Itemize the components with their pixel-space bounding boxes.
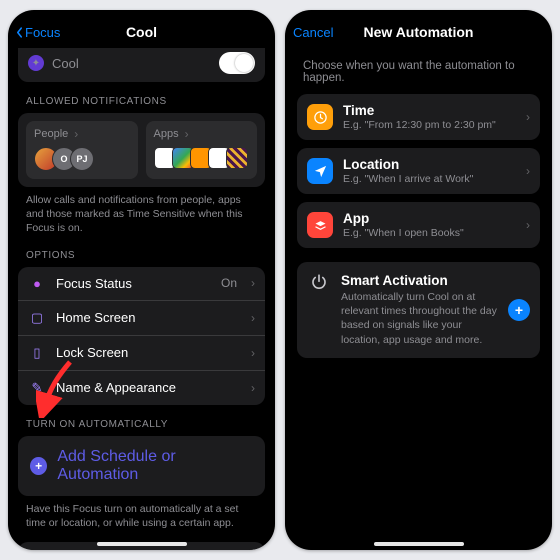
focus-glyph-icon: ✦ xyxy=(28,55,44,71)
nav-bar: Cancel New Automation xyxy=(293,18,544,46)
option-smart-activation[interactable]: Smart Activation Automatically turn Cool… xyxy=(297,262,540,358)
label: Add Schedule or Automation xyxy=(57,448,253,484)
people-label: People xyxy=(34,128,68,140)
label: Lock Screen xyxy=(56,345,237,360)
status-icon: ● xyxy=(28,276,46,291)
back-button[interactable]: Focus xyxy=(16,25,60,40)
label: Focus Status xyxy=(56,276,211,291)
apps-panel[interactable]: Apps › xyxy=(146,121,258,179)
section-options: Options xyxy=(26,250,261,261)
chevron-right-icon: › xyxy=(526,164,530,178)
nav-bar: Focus Cool xyxy=(16,18,267,46)
chevron-right-icon: › xyxy=(526,218,530,232)
option-location[interactable]: Location E.g. "When I arrive at Work" › xyxy=(297,148,540,194)
title: App xyxy=(343,211,512,226)
row-focus-status[interactable]: ● Focus Status On › xyxy=(18,267,265,300)
subtitle: Automatically turn Cool on at relevant t… xyxy=(341,290,498,347)
row-lock-screen[interactable]: ▯ Lock Screen › xyxy=(18,335,265,370)
title: Location xyxy=(343,157,512,172)
title: Smart Activation xyxy=(341,273,498,288)
pencil-icon: ✎ xyxy=(28,380,46,396)
row-home-screen[interactable]: ▢ Home Screen › xyxy=(18,300,265,335)
location-icon xyxy=(307,158,333,184)
power-icon xyxy=(307,273,331,291)
back-label: Focus xyxy=(25,25,60,40)
lock-screen-icon: ▯ xyxy=(28,345,46,361)
label: Name & Appearance xyxy=(56,380,237,395)
app-icon xyxy=(226,147,248,169)
apps-label: Apps xyxy=(154,128,179,140)
focus-name: Cool xyxy=(52,56,79,71)
chevron-right-icon: › xyxy=(251,276,255,290)
app-stack-icon xyxy=(307,212,333,238)
section-auto: Turn On Automatically xyxy=(26,419,261,430)
chevron-left-icon xyxy=(16,27,23,38)
screen-focus-settings: Focus Cool ✦ Cool Allowed Notifications … xyxy=(8,10,275,550)
options-card: ● Focus Status On › ▢ Home Screen › ▯ Lo… xyxy=(18,267,265,405)
home-indicator[interactable] xyxy=(97,542,187,546)
home-indicator[interactable] xyxy=(374,542,464,546)
focus-toggle[interactable] xyxy=(219,52,255,74)
apps-icons xyxy=(154,147,250,169)
automation-card: + Add Schedule or Automation xyxy=(18,436,265,496)
lead-text: Choose when you want the automation to h… xyxy=(303,60,534,84)
home-screen-icon: ▢ xyxy=(28,310,46,326)
chevron-right-icon: › xyxy=(251,381,255,395)
people-avatars: O PJ xyxy=(34,147,130,171)
option-time[interactable]: Time E.g. "From 12:30 pm to 2:30 pm" › xyxy=(297,94,540,140)
allowed-note: Allow calls and notifications from peopl… xyxy=(26,193,257,236)
allowed-card: People › O PJ Apps › xyxy=(18,113,265,187)
focus-summary-row[interactable]: ✦ Cool xyxy=(18,48,265,82)
add-icon[interactable]: + xyxy=(508,299,530,321)
chevron-right-icon: › xyxy=(251,311,255,325)
row-name-appearance[interactable]: ✎ Name & Appearance › xyxy=(18,370,265,405)
chevron-right-icon: › xyxy=(251,346,255,360)
avatar: PJ xyxy=(70,147,94,171)
chevron-right-icon: › xyxy=(185,127,189,141)
subtitle: E.g. "When I arrive at Work" xyxy=(343,173,512,185)
subtitle: E.g. "When I open Books" xyxy=(343,227,512,239)
auto-note: Have this Focus turn on automatically at… xyxy=(26,502,257,530)
subtitle: E.g. "From 12:30 pm to 2:30 pm" xyxy=(343,119,512,131)
cancel-button[interactable]: Cancel xyxy=(293,25,333,40)
chevron-right-icon: › xyxy=(74,127,78,141)
label: Home Screen xyxy=(56,310,237,325)
people-panel[interactable]: People › O PJ xyxy=(26,121,138,179)
plus-icon: + xyxy=(30,457,47,475)
option-app[interactable]: App E.g. "When I open Books" › xyxy=(297,202,540,248)
section-allowed: Allowed Notifications xyxy=(26,96,261,107)
add-automation-button[interactable]: + Add Schedule or Automation xyxy=(18,436,265,496)
title: Time xyxy=(343,103,512,118)
value: On xyxy=(221,276,237,290)
clock-icon xyxy=(307,104,333,130)
screen-new-automation: Cancel New Automation Choose when you wa… xyxy=(285,10,552,550)
chevron-right-icon: › xyxy=(526,110,530,124)
